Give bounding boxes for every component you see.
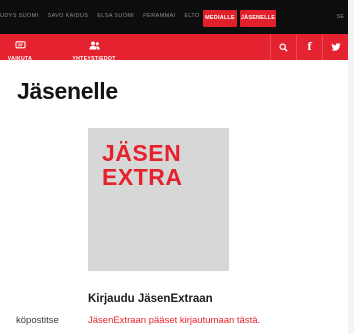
main-nav: VAIKUTA YHTEYSTIEDOT f [0,34,348,62]
login-heading: Kirjaudu JäsenExtraan [88,293,213,305]
twitter-icon [330,43,341,51]
nav-item-label: VAIKUTA [7,56,33,62]
nav-item-vaikuta[interactable]: VAIKUTA [4,37,36,62]
top-link[interactable]: ELSA SUOMI [97,11,134,21]
people-icon [89,41,100,50]
top-link[interactable]: PERAMMAI [143,11,175,21]
language-switch[interactable]: SE [337,14,344,20]
twitter-link[interactable] [322,34,348,60]
page-title: Jäsenelle [17,78,118,104]
logo-line: EXTRA [102,164,183,190]
members-button[interactable]: JÄSENELLE [240,10,276,27]
facebook-link[interactable]: f [296,34,322,60]
nav-icon-group: f [270,34,348,60]
media-button[interactable]: MEDIALLE [203,10,237,27]
logo-line: JÄSEN [102,140,182,166]
top-utility-bar: UDYS SUOMI SAVO KAIDUS ELSA SUOMI PERAMM… [0,0,348,34]
top-link[interactable]: ELTO [184,11,199,21]
search-button[interactable] [270,34,296,60]
jasen-extra-image[interactable]: JÄSEN EXTRA [88,128,229,271]
facebook-icon: f [307,41,312,53]
sidebar-text-fragment: köpostitse [16,315,59,326]
top-link[interactable]: UDYS SUOMI [0,11,38,21]
nav-item-yhteystiedot[interactable]: YHTEYSTIEDOT [70,37,118,62]
top-link[interactable]: SAVO KAIDUS [47,11,88,21]
page: UDYS SUOMI SAVO KAIDUS ELSA SUOMI PERAMM… [0,0,348,334]
page-gutter [348,0,354,334]
nav-item-label: YHTEYSTIEDOT [72,56,116,62]
top-links: UDYS SUOMI SAVO KAIDUS ELSA SUOMI PERAMM… [0,11,200,21]
search-icon [279,42,288,52]
jasen-extra-logo: JÄSEN EXTRA [102,141,182,189]
chat-icon [14,41,26,49]
login-link[interactable]: JäsenExtraan pääset kirjautumaan tästä. [88,315,260,326]
